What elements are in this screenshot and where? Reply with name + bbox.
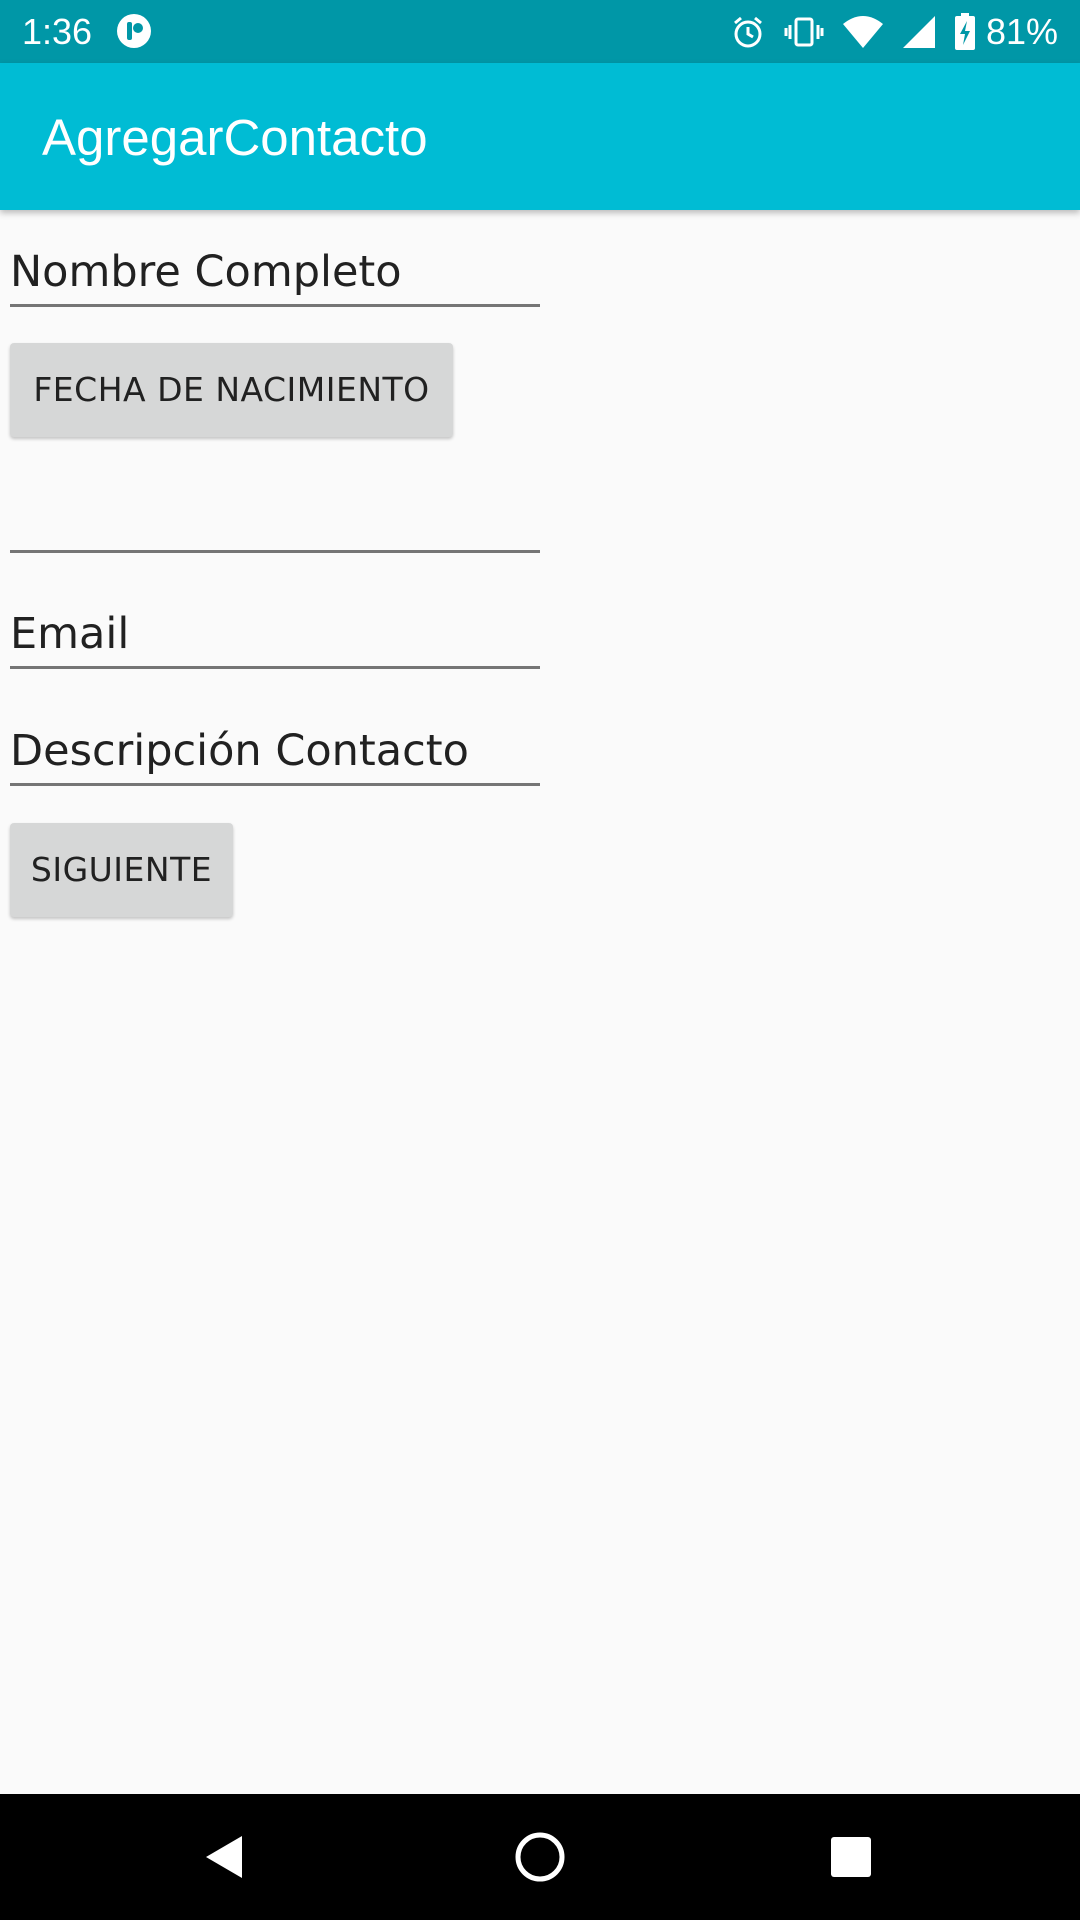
siguiente-button[interactable]: SIGUIENTE [10, 823, 233, 917]
nombre-input[interactable] [10, 240, 540, 304]
status-time: 1:36 [22, 11, 93, 52]
cell-signal-icon [884, 14, 936, 50]
page-title: AgregarContacto [42, 109, 428, 166]
recents-icon[interactable] [816, 1822, 886, 1892]
email-field[interactable] [10, 602, 540, 669]
nombre-field[interactable] [10, 240, 540, 307]
alarm-icon [712, 14, 766, 50]
app-notification-icon [116, 13, 152, 49]
home-icon[interactable] [505, 1822, 575, 1892]
fecha-nacimiento-button[interactable]: FECHA DE NACIMIENTO [10, 343, 453, 437]
descripcion-input[interactable] [10, 719, 540, 783]
battery-charging-icon [936, 13, 976, 51]
fecha-field[interactable] [10, 486, 540, 553]
back-icon[interactable] [190, 1822, 260, 1892]
descripcion-field[interactable] [10, 719, 540, 786]
status-icons: 81% [712, 10, 1058, 54]
fecha-input[interactable] [10, 486, 540, 550]
vibrate-icon [766, 14, 824, 50]
battery-percent: 81% [985, 11, 1058, 52]
navigation-bar [0, 1794, 1080, 1920]
wifi-icon [824, 14, 884, 50]
email-input[interactable] [10, 602, 540, 666]
status-bar: 1:36 81% [0, 0, 1080, 63]
app-bar: AgregarContacto [0, 63, 1080, 210]
